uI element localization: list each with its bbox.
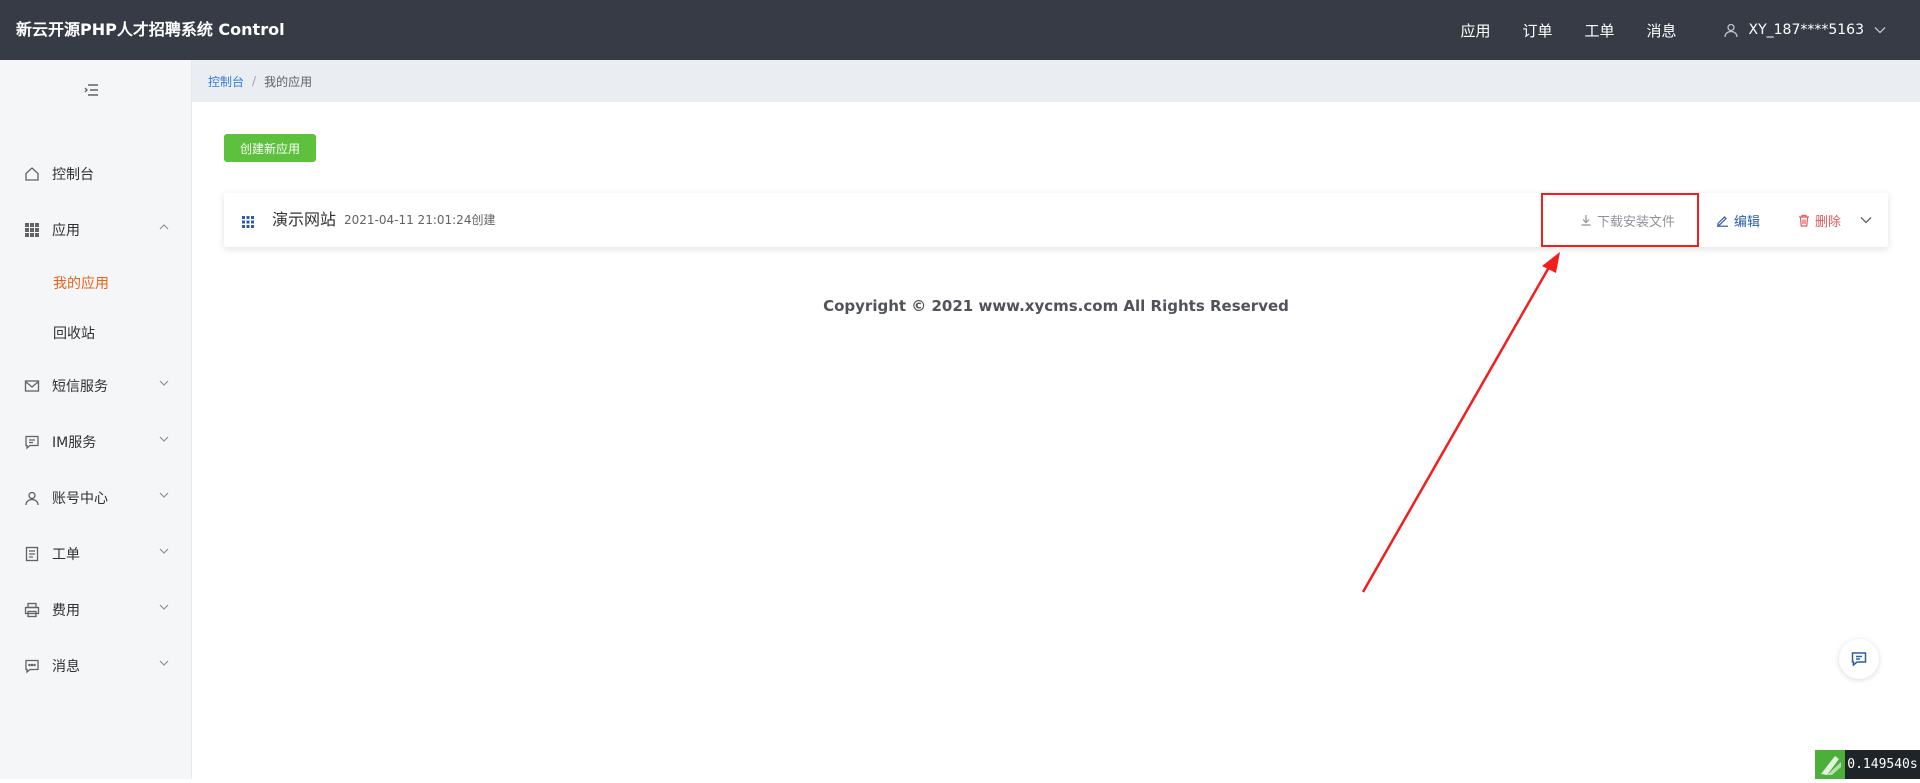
breadcrumb-console-link[interactable]: 控制台: [208, 73, 244, 90]
sidebar-item-label: IM服务: [52, 435, 97, 451]
home-icon: [24, 166, 40, 182]
user-menu[interactable]: XY_187****5163: [1723, 22, 1897, 38]
top-nav: 应用 订单 工单 消息 XY_187****5163: [1428, 0, 1896, 60]
sidebar-item-tickets[interactable]: 工单: [0, 526, 191, 582]
chat-icon: [1851, 652, 1867, 667]
sidebar-item-label: 账号中心: [52, 491, 108, 507]
sidebar-item-im[interactable]: IM服务: [0, 414, 191, 470]
sidebar-item-apps[interactable]: 应用: [0, 202, 191, 258]
chevron-down-icon: [159, 548, 169, 554]
annotation-arrow: [1361, 252, 1560, 593]
message-icon: [24, 658, 40, 674]
sidebar-item-label: 控制台: [52, 167, 94, 183]
brand-title: 新云开源PHP人才招聘系统 Control: [16, 20, 285, 39]
nav-orders[interactable]: 订单: [1522, 20, 1552, 41]
trash-icon: [1799, 214, 1809, 227]
download-install-file-button[interactable]: 下载安装文件: [1580, 193, 1675, 247]
delete-button[interactable]: 删除: [1798, 193, 1841, 247]
sidebar-item-messages[interactable]: 消息: [0, 638, 191, 694]
app-grid-icon: [242, 213, 254, 232]
app-name: 演示网站: [272, 210, 337, 229]
sidebar-item-label: 短信服务: [52, 379, 108, 395]
sidebar-item-label: 工单: [52, 547, 80, 563]
download-icon: [1581, 215, 1591, 226]
sidebar-item-account[interactable]: 账号中心: [0, 470, 191, 526]
app-created-date: 2021-04-11 21:01:24创建: [344, 213, 496, 227]
sidebar-item-label: 消息: [52, 659, 80, 675]
mail-icon: [24, 378, 40, 394]
edit-button[interactable]: 编辑: [1716, 193, 1760, 247]
user-icon: [24, 490, 40, 506]
nav-tickets[interactable]: 工单: [1584, 20, 1614, 41]
copyright-footer: Copyright © 2021 www.xycms.com All Right…: [823, 297, 1289, 315]
sidebar-item-label: 费用: [52, 603, 80, 619]
breadcrumb: 控制台 / 我的应用: [192, 60, 1920, 102]
printer-icon: [24, 602, 40, 618]
sidebar-subitem-recycle-bin[interactable]: 回收站: [0, 308, 191, 358]
sidebar: 控制台 应用 我的应用 回收站 短信服务 IM服务 账号中心 工单 费用 消息: [0, 60, 192, 779]
nav-messages[interactable]: 消息: [1646, 20, 1676, 41]
top-bar: 新云开源PHP人才招聘系统 Control 应用 订单 工单 消息 XY_187…: [0, 0, 1920, 60]
chevron-down-icon: [159, 660, 169, 666]
edit-icon: [1717, 215, 1728, 227]
chat-icon: [24, 434, 40, 450]
debug-timer: 0.149540s: [1845, 750, 1920, 779]
collapse-menu-icon[interactable]: [84, 82, 100, 101]
sidebar-item-sms[interactable]: 短信服务: [0, 358, 191, 414]
chevron-down-icon: [159, 436, 169, 442]
document-icon: [24, 546, 40, 562]
sidebar-item-console[interactable]: 控制台: [0, 146, 191, 202]
create-app-button[interactable]: 创建新应用: [224, 134, 316, 162]
chevron-down-icon: [159, 380, 169, 386]
chevron-down-icon: [159, 492, 169, 498]
breadcrumb-separator: /: [252, 74, 257, 88]
user-icon: [1723, 23, 1738, 38]
chevron-up-icon: [159, 224, 169, 230]
app-card: 演示网站 2021-04-11 21:01:24创建 下载安装文件 编辑 删除: [224, 193, 1888, 247]
sidebar-menu: 控制台 应用 我的应用 回收站 短信服务 IM服务 账号中心 工单 费用 消息: [0, 146, 191, 694]
sidebar-item-billing[interactable]: 费用: [0, 582, 191, 638]
sidebar-item-label: 应用: [52, 223, 80, 239]
sidebar-subitem-my-apps[interactable]: 我的应用: [0, 258, 191, 308]
chat-support-button[interactable]: [1839, 639, 1879, 679]
breadcrumb-current: 我的应用: [264, 74, 313, 89]
grid-icon: [24, 222, 40, 238]
chevron-down-icon: [1874, 27, 1886, 34]
debug-logo-icon[interactable]: [1815, 750, 1845, 779]
more-chevron-icon[interactable]: [1860, 193, 1877, 247]
user-name: XY_187****5163: [1748, 22, 1865, 38]
chevron-down-icon: [159, 604, 169, 610]
nav-apps[interactable]: 应用: [1460, 20, 1490, 41]
